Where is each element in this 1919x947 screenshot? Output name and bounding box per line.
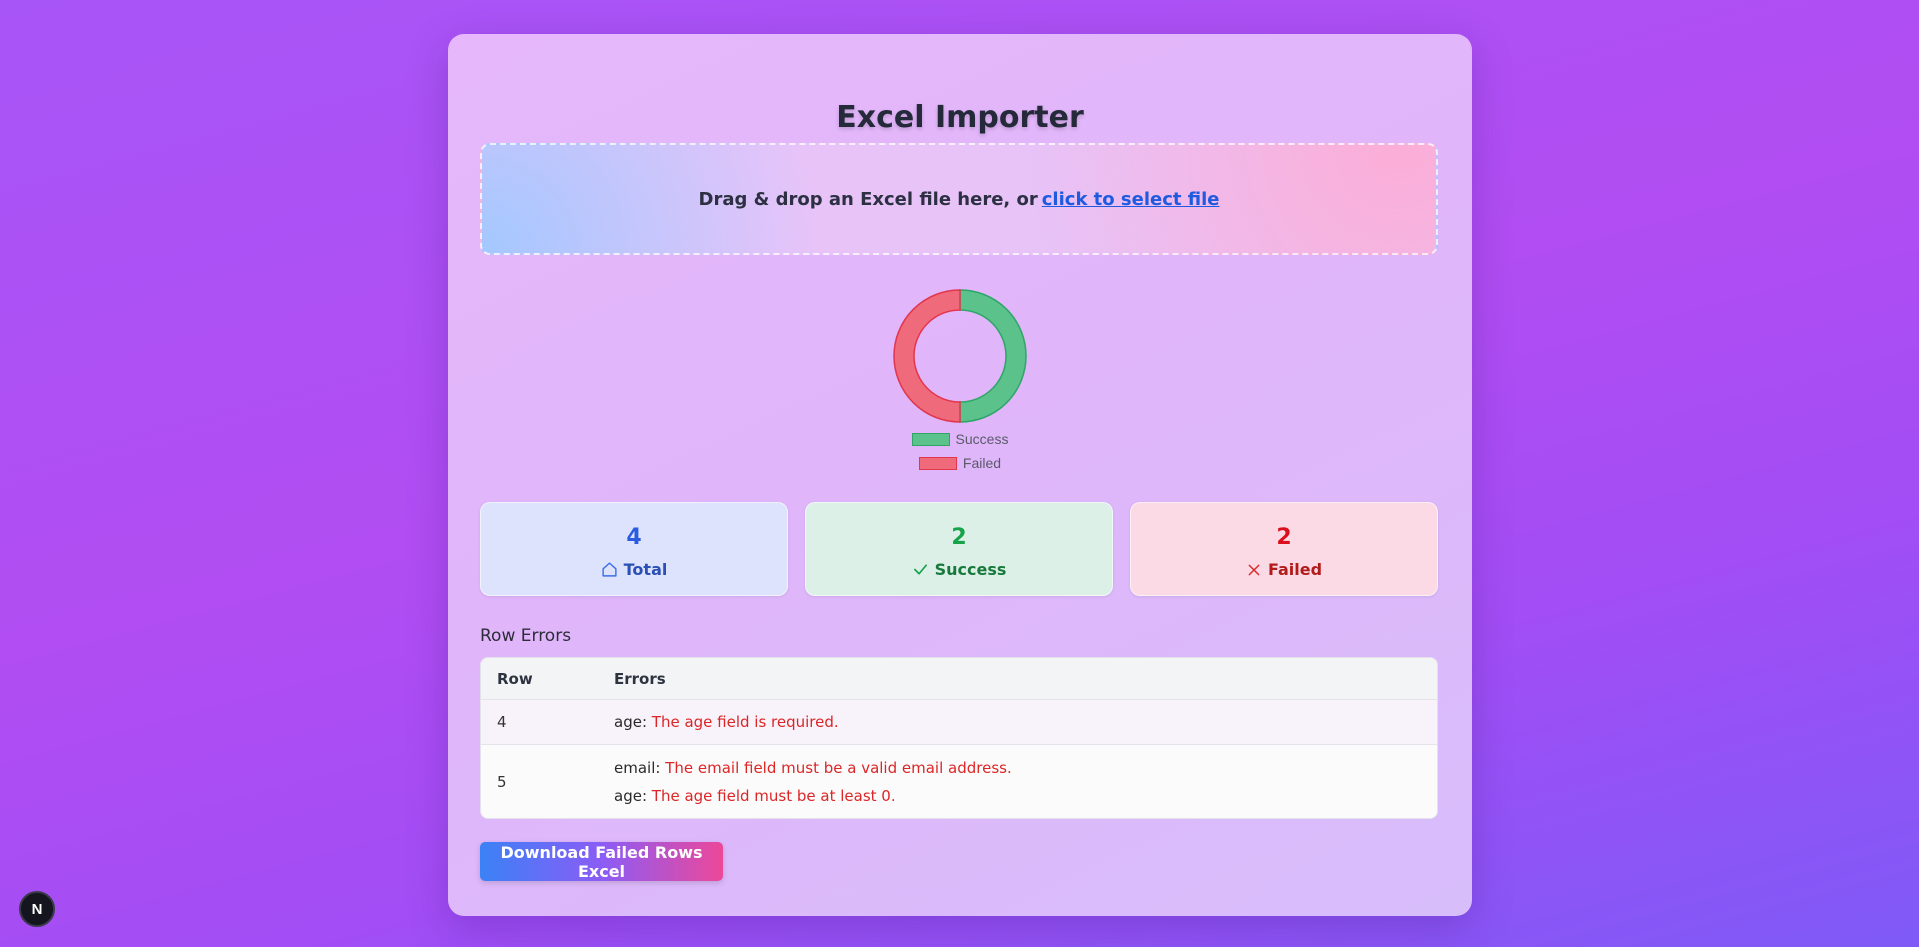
check-icon (913, 564, 927, 575)
chart-legend: Success Failed (448, 427, 1472, 475)
stat-label-success: Success (806, 560, 1112, 579)
error-message: The age field must be at least 0. (651, 786, 896, 805)
legend-item-failed[interactable]: Failed (448, 451, 1472, 475)
row-errors-table: Row Errors 4 age: The age field is requi… (480, 657, 1438, 819)
row-errors-cell: email: The email field must be a valid e… (614, 745, 1437, 818)
download-failed-rows-button[interactable]: Download Failed Rows Excel (480, 842, 723, 881)
dropzone-text: Drag & drop an Excel file here, or (698, 188, 1038, 210)
table-header: Row Errors (481, 658, 1437, 700)
error-line: age: The age field is required. (614, 708, 1437, 736)
stat-label-failed: Failed (1131, 560, 1437, 579)
page-title: Excel Importer (836, 100, 1084, 135)
home-icon (602, 562, 617, 577)
stat-value-success: 2 (951, 525, 967, 550)
stat-value-total: 4 (626, 525, 642, 550)
importer-card: Excel Importer Drag & drop an Excel file… (448, 34, 1472, 916)
error-message: The email field must be a valid email ad… (665, 758, 1012, 777)
error-field: age: (614, 786, 647, 805)
error-field: email: (614, 758, 661, 777)
row-number: 4 (497, 713, 507, 731)
table-row: 5 email: The email field must be a valid… (481, 745, 1437, 818)
legend-label-failed: Failed (962, 455, 1002, 471)
error-message: The age field is required. (651, 713, 839, 731)
error-line: age: The age field must be at least 0. (614, 782, 1437, 810)
row-number: 5 (497, 772, 507, 791)
legend-item-success[interactable]: Success (448, 427, 1472, 451)
row-errors-title: Row Errors (480, 626, 572, 646)
row-errors-cell: age: The age field is required. (614, 700, 1437, 744)
header-row: Row (497, 669, 533, 688)
doughnut-chart (893, 289, 1027, 423)
legend-label-success: Success (955, 431, 1009, 447)
legend-swatch-success (911, 432, 950, 446)
legend-swatch-failed (918, 456, 957, 470)
header-errors: Errors (614, 669, 666, 688)
stat-card-success: 2 Success (805, 502, 1113, 596)
error-field: age: (614, 713, 647, 731)
stat-value-failed: 2 (1276, 525, 1292, 550)
nextjs-dev-badge[interactable]: N (19, 891, 55, 927)
stats-row: 4 Total 2 Success 2 Failed (480, 502, 1438, 596)
table-row: 4 age: The age field is required. (481, 700, 1437, 745)
stat-label-failed-text: Failed (1267, 560, 1323, 579)
file-dropzone[interactable]: Drag & drop an Excel file here, or click… (480, 143, 1438, 255)
x-icon (1248, 564, 1260, 575)
stat-card-failed: 2 Failed (1130, 502, 1438, 596)
chart-slice-success[interactable] (959, 289, 1027, 423)
stat-label-success-text: Success (934, 560, 1007, 579)
error-line: email: The email field must be a valid e… (614, 754, 1437, 782)
select-file-link[interactable]: click to select file (1042, 189, 1220, 210)
stat-label-total: Total (481, 560, 787, 579)
stat-label-total-text: Total (623, 560, 668, 579)
chart-slice-failed[interactable] (893, 289, 961, 423)
stat-card-total: 4 Total (480, 502, 788, 596)
